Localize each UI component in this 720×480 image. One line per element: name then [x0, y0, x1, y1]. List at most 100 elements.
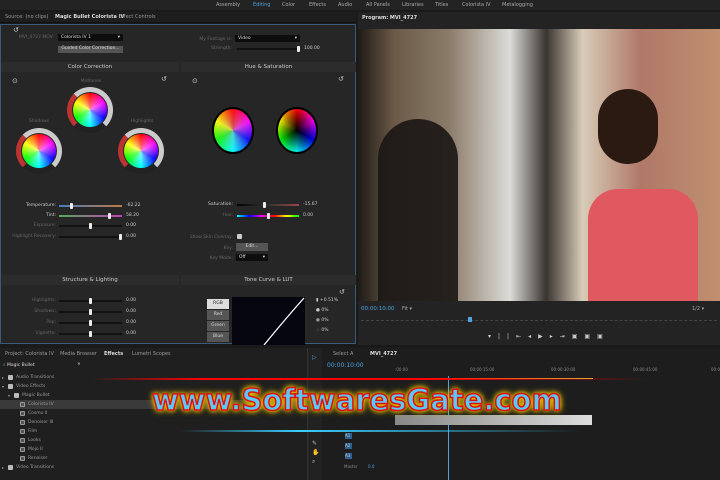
hue-slider[interactable]: [237, 213, 299, 219]
workspace-titles[interactable]: Titles: [435, 2, 448, 8]
workspace-audio[interactable]: Audio: [338, 2, 352, 8]
workspace-assembly[interactable]: Assembly: [216, 2, 240, 8]
channel-green-button[interactable]: Green: [207, 321, 229, 331]
curve-readout-3: ● 0%: [316, 318, 329, 323]
tone-curve-graph[interactable]: [232, 297, 305, 345]
temperature-label: Temperature:: [25, 203, 56, 208]
expand-arrow-icon[interactable]: ▾: [2, 382, 4, 391]
tab-lumetri-scopes[interactable]: Lumetri Scopes: [132, 351, 171, 357]
skin-overlay-checkbox[interactable]: [237, 234, 242, 239]
midtones-color-wheel[interactable]: [73, 93, 107, 127]
slider-thumb[interactable]: [263, 202, 266, 208]
track-a3[interactable]: A3: [345, 453, 352, 459]
folder-icon: [8, 375, 13, 380]
slider-thumb[interactable]: [297, 46, 300, 52]
slider-thumb[interactable]: [89, 331, 92, 337]
chevron-down-icon: ▾: [294, 36, 297, 41]
key-mode-select[interactable]: Off ▾: [236, 254, 268, 261]
expand-arrow-icon[interactable]: ▾: [8, 391, 10, 400]
auto-icon[interactable]: ⊙: [12, 77, 18, 85]
workspace-bar: Assembly Editing Color Effects Audio All…: [0, 0, 720, 10]
transport-controls[interactable]: ▾||⇤◂▶▸⇥▣▣▣: [488, 333, 610, 340]
tab-source[interactable]: Source: (no clips): [5, 14, 48, 20]
workspace-effects[interactable]: Effects: [309, 2, 326, 8]
channel-blue-button[interactable]: Blue: [207, 332, 229, 342]
channel-red-button[interactable]: Red: [207, 310, 229, 320]
structure-slider[interactable]: [59, 320, 122, 326]
effects-search-input[interactable]: ⌕ Magic Bullet ×: [3, 362, 83, 370]
footage-value: Video: [238, 36, 251, 41]
workspace-colorista[interactable]: Colorista IV: [462, 2, 491, 8]
saturation-value: -15.67: [303, 202, 318, 207]
timeline-tab-sequence[interactable]: MVI_4727: [370, 351, 397, 357]
hue-label: Hue:: [222, 213, 233, 218]
tab-project[interactable]: Project: Colorista IV: [5, 351, 54, 357]
effects-tree-item[interactable]: Denoiser III: [0, 418, 307, 427]
timeline-tab-select-a[interactable]: Select A: [333, 351, 353, 357]
program-timecode[interactable]: 00:00:10:00: [361, 306, 395, 312]
highlights-color-wheel[interactable]: [124, 134, 158, 168]
master-value[interactable]: 0.0: [368, 464, 374, 469]
playhead[interactable]: [468, 317, 472, 322]
selection-tool-icon[interactable]: ▷: [312, 354, 317, 361]
reset-icon[interactable]: ↺: [161, 75, 167, 83]
footage-select[interactable]: Video ▾: [235, 35, 300, 42]
guided-color-correction-button[interactable]: Guided Color Correction...: [58, 46, 123, 53]
tab-effect-controls[interactable]: Effect Controls: [119, 14, 156, 20]
effects-tree-item[interactable]: ▸ Video Transitions: [0, 463, 307, 472]
program-scrubber[interactable]: [361, 320, 717, 321]
structure-slider[interactable]: [59, 331, 122, 337]
hand-tool-icon[interactable]: ✋: [312, 449, 319, 456]
saturation-slider[interactable]: [237, 202, 299, 208]
temperature-slider[interactable]: [59, 203, 122, 209]
channel-rgb-button[interactable]: RGB: [207, 299, 229, 309]
auto-icon[interactable]: ⊙: [192, 77, 198, 85]
pen-tool-icon[interactable]: ✎: [312, 440, 317, 447]
saturation-wheel[interactable]: [276, 107, 318, 154]
slider-thumb[interactable]: [70, 203, 73, 209]
reset-icon[interactable]: ↺: [338, 75, 344, 83]
tab-colorista[interactable]: Magic Bullet Colorista IV: [55, 14, 124, 20]
track-a2[interactable]: A2: [345, 443, 352, 449]
workspace-libraries[interactable]: Libraries: [402, 2, 424, 8]
structure-slider[interactable]: [59, 298, 122, 304]
hue-wheel[interactable]: [212, 107, 254, 154]
timeline-timecode[interactable]: 00:00:10:00: [327, 362, 364, 369]
effects-tree-item[interactable]: Mojo II: [0, 445, 307, 454]
strength-slider[interactable]: [237, 46, 300, 52]
structure-lighting-header: Structure & Lighting: [1, 275, 179, 285]
expand-arrow-icon[interactable]: ▸: [2, 373, 4, 382]
shadows-color-wheel[interactable]: [22, 134, 56, 168]
exposure-slider[interactable]: [59, 223, 122, 229]
reset-icon[interactable]: ↺: [13, 26, 19, 34]
slider-thumb[interactable]: [89, 223, 92, 229]
expand-arrow-icon[interactable]: ▸: [2, 463, 4, 472]
fit-select[interactable]: Fit ▾: [402, 306, 412, 312]
structure-slider-value: 0.00: [126, 331, 137, 336]
resolution-select[interactable]: 1/2 ▾: [692, 306, 704, 312]
slider-thumb[interactable]: [89, 309, 92, 315]
slider-thumb[interactable]: [267, 213, 270, 219]
slider-thumb[interactable]: [119, 234, 122, 240]
key-mode-value: Off: [239, 255, 246, 260]
workspace-metalogging[interactable]: Metalogging: [502, 2, 533, 8]
track-a1[interactable]: A1: [345, 433, 352, 439]
reset-icon[interactable]: ↺: [339, 288, 345, 296]
workspace-color[interactable]: Color: [282, 2, 295, 8]
zoom-tool-icon[interactable]: ⌕: [312, 458, 315, 466]
slider-thumb[interactable]: [89, 320, 92, 326]
workspace-all-panels[interactable]: All Panels: [366, 2, 390, 8]
workspace-editing[interactable]: Editing: [253, 2, 270, 8]
highlight-recovery-slider[interactable]: [59, 234, 122, 240]
slider-thumb[interactable]: [89, 298, 92, 304]
slider-thumb[interactable]: [108, 213, 111, 219]
effects-tree-item[interactable]: Looks: [0, 436, 307, 445]
tab-media-browser[interactable]: Media Browser: [60, 351, 97, 357]
structure-slider[interactable]: [59, 309, 122, 315]
tint-slider[interactable]: [59, 213, 122, 219]
program-title: Program: MVI_4727: [362, 15, 418, 21]
key-edit-button[interactable]: Edit...: [236, 243, 268, 251]
tab-effects[interactable]: Effects: [104, 351, 123, 357]
effects-tree-item[interactable]: Renoiser: [0, 454, 307, 463]
preset-select[interactable]: Colorista IV 1 ▾: [58, 34, 123, 41]
